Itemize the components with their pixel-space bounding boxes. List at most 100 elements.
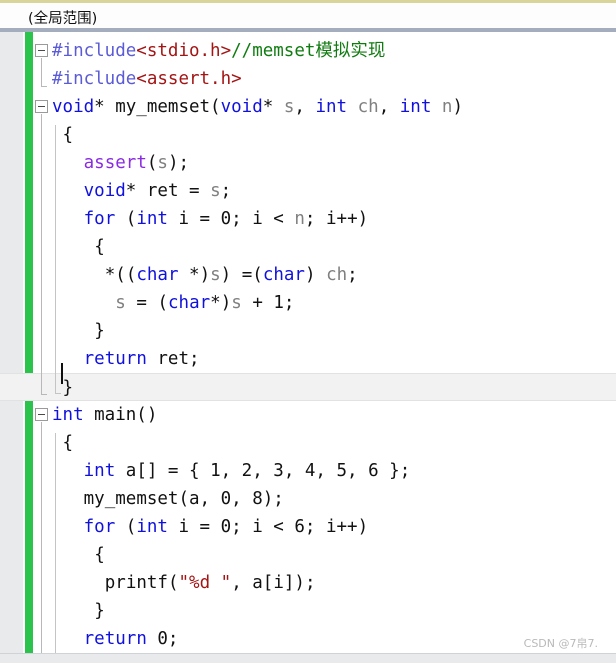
scope-bar[interactable]: (全局范围) — [0, 0, 616, 28]
fold-collapse-icon[interactable] — [35, 44, 48, 57]
code-line[interactable]: { — [0, 541, 616, 569]
fold-guide-foot — [41, 86, 47, 87]
code-token-pl: ) =( — [220, 265, 263, 285]
code-token-kw: char — [136, 265, 179, 285]
code-line[interactable]: *((char *)s) =(char) ch; — [0, 261, 616, 289]
code-line-text: } — [94, 317, 105, 345]
code-token-pl: i = 0; i < — [167, 209, 295, 229]
code-token-pl: a[] = { 1, 2, 3, 4, 5, 6 }; — [115, 461, 411, 481]
code-line[interactable]: void* ret = s; — [0, 177, 616, 205]
code-line[interactable]: #include<assert.h> — [0, 65, 616, 93]
code-token-pl: { — [62, 125, 74, 145]
scope-label[interactable]: (全局范围) — [28, 7, 97, 28]
code-token-pl: = ( — [125, 293, 168, 313]
csdn-watermark: CSDN @7帛7. — [523, 637, 598, 650]
code-token-pre: #include — [52, 69, 137, 89]
code-token-kw: for — [83, 517, 116, 537]
fold-guide-foot-inner — [55, 393, 61, 394]
code-token-pl: } — [62, 378, 74, 398]
code-line-text: void* my_memset(void* s, int ch, int n) — [52, 93, 463, 121]
code-line[interactable]: int a[] = { 1, 2, 3, 4, 5, 6 }; — [0, 457, 616, 485]
code-line-text: int main() — [52, 401, 157, 429]
code-token-var: s — [210, 181, 221, 201]
code-line-text: } — [63, 374, 74, 402]
code-token-pl: + 1; — [241, 293, 295, 313]
editor-bottom-strip — [0, 654, 616, 663]
code-token-var: s — [283, 97, 295, 117]
code-line[interactable]: { — [0, 429, 616, 457]
code-token-pl: *) — [210, 293, 232, 313]
code-line[interactable]: printf("%d ", a[i]); — [0, 569, 616, 597]
code-line[interactable]: assert(s); — [0, 149, 616, 177]
fold-guide-line — [41, 114, 42, 394]
code-token-kw: void — [52, 97, 95, 117]
code-line[interactable]: { — [0, 121, 616, 149]
code-token-pl: my_memset(a, 0, 8); — [83, 489, 284, 509]
code-token-kw: int — [83, 461, 116, 481]
code-surface[interactable]: #include<stdio.h>//memset模拟实现 #include<as… — [0, 32, 616, 663]
code-token-mac: assert — [83, 153, 147, 173]
code-line[interactable]: for (int i = 0; i < n; i++) — [0, 205, 616, 233]
code-editor[interactable]: #include<stdio.h>//memset模拟实现 #include<as… — [0, 32, 616, 663]
code-line-text: return ret; — [84, 345, 200, 373]
code-line[interactable]: s = (char*)s + 1; — [0, 289, 616, 317]
code-line-text: *((char *)s) =(char) ch; — [105, 261, 358, 289]
code-token-kw: int — [136, 517, 168, 537]
code-line[interactable]: my_memset(a, 0, 8); — [0, 485, 616, 513]
code-line-text: } — [94, 597, 105, 625]
code-line[interactable]: return ret; — [0, 345, 616, 373]
code-line[interactable]: #include<stdio.h>//memset模拟实现 — [0, 37, 616, 65]
code-token-pl: ( — [115, 517, 137, 537]
code-token-pl: i = 0; i < 6; i++) — [167, 517, 369, 537]
code-line[interactable]: } — [0, 597, 616, 625]
code-token-pl: main() — [83, 405, 158, 425]
code-line[interactable]: for (int i = 0; i < 6; i++) — [0, 513, 616, 541]
text-caret — [61, 363, 63, 384]
code-token-var: ch — [326, 265, 348, 285]
code-token-pl: ; — [347, 265, 358, 285]
code-line-text: { — [94, 541, 105, 569]
code-line[interactable]: } — [0, 317, 616, 345]
code-line[interactable]: int main() — [0, 401, 616, 429]
code-token-pl: *(( — [104, 265, 137, 285]
code-line[interactable]: void* my_memset(void* s, int ch, int n) — [0, 93, 616, 121]
code-line-text: s = (char*)s + 1; — [115, 289, 294, 317]
code-token-var: s — [115, 293, 126, 313]
code-line[interactable]: { — [0, 233, 616, 261]
code-token-pl: * my_memset( — [94, 97, 221, 117]
code-token-str: "%d " — [178, 573, 232, 593]
code-line-text: assert(s); — [84, 149, 189, 177]
code-token-pl: * ret = — [125, 181, 211, 201]
code-token-kw: int — [315, 97, 348, 117]
code-token-kw: char — [168, 293, 211, 313]
code-line-text: #include<stdio.h>//memset模拟实现 — [52, 37, 385, 65]
code-line-text: for (int i = 0; i < 6; i++) — [84, 513, 368, 541]
code-token-kw: void — [220, 97, 263, 117]
code-token-hdr: <stdio.h> — [136, 41, 232, 61]
code-token-pl: ; — [220, 181, 232, 201]
code-line-text: printf("%d ", a[i]); — [105, 569, 316, 597]
fold-guide-line-inner — [55, 125, 56, 393]
code-token-pl: * — [262, 97, 284, 117]
fold-guide-line — [41, 422, 42, 663]
code-line[interactable]: } — [0, 373, 616, 401]
code-line-text: for (int i = 0; i < n; i++) — [84, 205, 369, 233]
code-token-pl: ) — [452, 97, 464, 117]
code-token-pl: 0; — [146, 629, 179, 649]
code-token-pl: ; i++) — [304, 209, 369, 229]
code-token-pl: } — [94, 601, 105, 621]
code-token-hdr: <assert.h> — [136, 69, 242, 89]
code-token-pl: { — [94, 237, 105, 257]
code-line-text: return 0; — [84, 625, 179, 653]
fold-guide-line — [41, 58, 42, 86]
code-token-var: s — [210, 265, 221, 285]
code-token-pl: *) — [178, 265, 211, 285]
fold-collapse-icon[interactable] — [35, 100, 48, 113]
code-token-pl: , — [378, 97, 400, 117]
code-line-text: #include<assert.h> — [52, 65, 242, 93]
code-token-pl: printf( — [104, 573, 179, 593]
code-token-pl: ( — [115, 209, 137, 229]
fold-collapse-icon[interactable] — [35, 408, 48, 421]
